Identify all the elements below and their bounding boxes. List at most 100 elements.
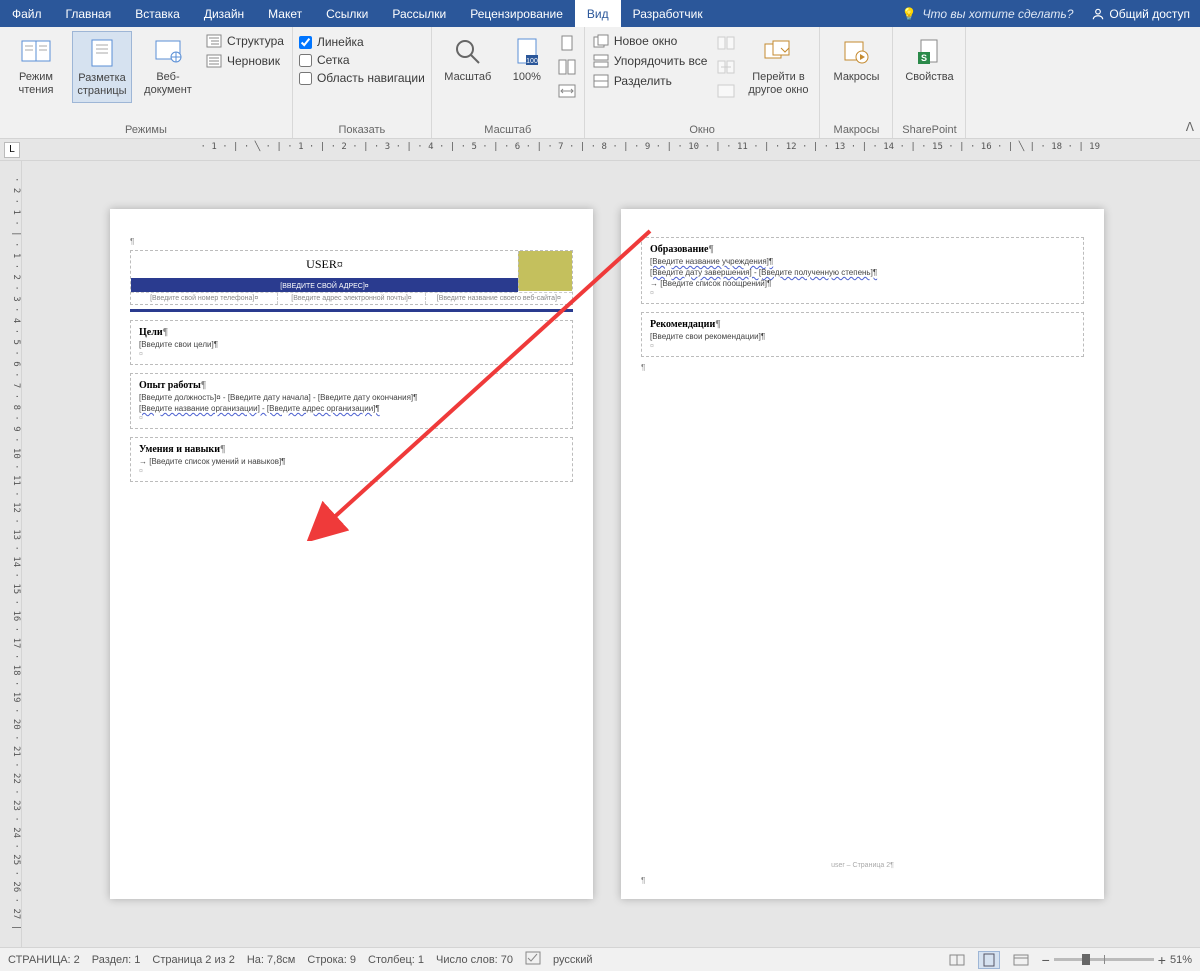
- view-read[interactable]: [946, 951, 968, 969]
- spellcheck-icon: [525, 951, 541, 965]
- tab-review[interactable]: Рецензирование: [458, 0, 575, 27]
- bulb-icon: 💡: [902, 7, 917, 21]
- section-skills: Умения и навыки → [Введите список умений…: [130, 437, 573, 482]
- section-references-title: Рекомендации: [650, 319, 1075, 330]
- zoom-icon: [454, 35, 482, 69]
- zoom-slider[interactable]: [1054, 958, 1154, 961]
- btn-macros-label: Макросы: [834, 71, 880, 84]
- btn-web-layout[interactable]: Веб-документ: [138, 31, 198, 101]
- arrange-all-icon: [593, 54, 609, 68]
- chk-nav-input[interactable]: [299, 72, 312, 85]
- resume-name: USER¤: [131, 251, 518, 281]
- btn-page-layout[interactable]: Разметка страницы: [72, 31, 132, 103]
- btn-sync-scroll[interactable]: [715, 57, 737, 77]
- btn-split[interactable]: Разделить: [591, 73, 710, 89]
- web-layout-icon: [154, 35, 182, 69]
- view-print[interactable]: [978, 951, 1000, 969]
- pilcrow: [641, 876, 645, 885]
- web-icon: [1013, 954, 1029, 966]
- page-layout-icon: [89, 36, 115, 70]
- btn-switch-window[interactable]: Перейти в другое окно: [743, 31, 813, 101]
- tab-file[interactable]: Файл: [0, 0, 54, 27]
- read-icon: [949, 954, 965, 966]
- pilcrow: [130, 237, 573, 246]
- contact-phone: [Введите свой номер телефона]¤: [131, 293, 278, 304]
- btn-arrange-all[interactable]: Упорядочить все: [591, 53, 710, 69]
- divider: [130, 309, 573, 312]
- resume-photo: [518, 251, 572, 291]
- btn-draft[interactable]: Черновик: [204, 53, 286, 69]
- chk-ruler[interactable]: Линейка: [299, 35, 425, 49]
- section-goals-line: [Введите свои цели]¶: [139, 340, 564, 349]
- zoom-out[interactable]: −: [1042, 952, 1050, 968]
- btn-read-mode[interactable]: Режим чтения: [6, 31, 66, 101]
- vertical-ruler[interactable]: · 2 · 1 · | · 1 · 2 · 3 · 4 · 5 · 6 · 7 …: [0, 161, 22, 947]
- btn-read-mode-label: Режим чтения: [8, 71, 64, 97]
- chk-nav[interactable]: Область навигации: [299, 71, 425, 85]
- zoom-in[interactable]: +: [1158, 952, 1166, 968]
- section-skills-title: Умения и навыки: [139, 444, 564, 455]
- tab-developer[interactable]: Разработчик: [621, 0, 715, 27]
- page-1[interactable]: USER¤ [ВВЕДИТЕ СВОЙ АДРЕС]¤ [Введите сво…: [110, 209, 593, 899]
- status-page[interactable]: СТРАНИЦА: 2: [8, 954, 80, 966]
- tab-design[interactable]: Дизайн: [192, 0, 256, 27]
- btn-zoom[interactable]: Масштаб: [438, 31, 498, 88]
- ribbon: Режим чтения Разметка страницы Веб-докум…: [0, 27, 1200, 139]
- tab-references[interactable]: Ссылки: [314, 0, 380, 27]
- btn-reset-position[interactable]: [715, 81, 737, 101]
- btn-side-by-side[interactable]: [715, 33, 737, 53]
- status-words[interactable]: Число слов: 70: [436, 954, 513, 966]
- svg-text:100: 100: [526, 58, 538, 65]
- section-goals: Цели [Введите свои цели]¶ ¤: [130, 320, 573, 365]
- btn-macros[interactable]: Макросы: [826, 31, 886, 88]
- page-2[interactable]: Образование [Введите название учреждения…: [621, 209, 1104, 899]
- btn-outline[interactable]: Структура: [204, 33, 286, 49]
- outline-icon: [206, 34, 222, 48]
- btn-multi-page[interactable]: [556, 57, 578, 77]
- ruler-row: L · 1 · | · ╲ · | · 1 · | · 2 · | · 3 · …: [0, 139, 1200, 161]
- status-position[interactable]: На: 7,8см: [247, 954, 296, 966]
- chk-ruler-input[interactable]: [299, 36, 312, 49]
- view-web[interactable]: [1010, 951, 1032, 969]
- tab-insert[interactable]: Вставка: [123, 0, 192, 27]
- btn-properties[interactable]: S Свойства: [899, 31, 959, 88]
- section-education-line2: [Введите дату завершения] - [Введите пол…: [650, 268, 1075, 277]
- macros-icon: [842, 35, 870, 69]
- tab-mailings[interactable]: Рассылки: [380, 0, 458, 27]
- btn-web-layout-label: Веб-документ: [140, 71, 196, 97]
- status-language[interactable]: русский: [553, 954, 592, 966]
- sync-scroll-icon: [717, 60, 735, 74]
- status-spellcheck[interactable]: [525, 951, 541, 968]
- status-column[interactable]: Столбец: 1: [368, 954, 424, 966]
- status-section[interactable]: Раздел: 1: [92, 954, 141, 966]
- zoom-value[interactable]: 51%: [1170, 954, 1192, 966]
- chk-grid-label: Сетка: [317, 53, 350, 67]
- horizontal-ruler[interactable]: · 1 · | · ╲ · | · 1 · | · 2 · | · 3 · | …: [201, 142, 1100, 158]
- btn-new-window[interactable]: Новое окно: [591, 33, 710, 49]
- tell-me[interactable]: 💡Что вы хотите сделать?: [894, 0, 1082, 27]
- tab-view[interactable]: Вид: [575, 0, 621, 27]
- chk-grid[interactable]: Сетка: [299, 53, 425, 67]
- section-skills-line: → [Введите список умений и навыков]¶: [139, 457, 564, 466]
- status-page-of[interactable]: Страница 2 из 2: [152, 954, 234, 966]
- share-icon: [1091, 7, 1105, 21]
- tab-selector[interactable]: L: [4, 142, 20, 158]
- section-goals-title: Цели: [139, 327, 564, 338]
- collapse-ribbon[interactable]: ᐱ: [1186, 120, 1194, 134]
- btn-100[interactable]: 100 100%: [504, 31, 550, 88]
- btn-split-label: Разделить: [614, 74, 672, 88]
- btn-100-label: 100%: [513, 71, 541, 84]
- section-references: Рекомендации [Введите свои рекомендации]…: [641, 312, 1084, 357]
- pages: USER¤ [ВВЕДИТЕ СВОЙ АДРЕС]¤ [Введите сво…: [22, 161, 1200, 947]
- tab-layout[interactable]: Макет: [256, 0, 314, 27]
- btn-one-page[interactable]: [556, 33, 578, 53]
- contact-website: [Введите название своего веб-сайта]¤: [426, 293, 572, 304]
- btn-page-width[interactable]: [556, 81, 578, 101]
- page-width-icon: [558, 84, 576, 98]
- chk-grid-input[interactable]: [299, 54, 312, 67]
- status-line[interactable]: Строка: 9: [307, 954, 356, 966]
- btn-new-window-label: Новое окно: [614, 34, 678, 48]
- group-modes-label: Режимы: [6, 122, 286, 136]
- share-button[interactable]: Общий доступ: [1081, 0, 1200, 27]
- tab-home[interactable]: Главная: [54, 0, 124, 27]
